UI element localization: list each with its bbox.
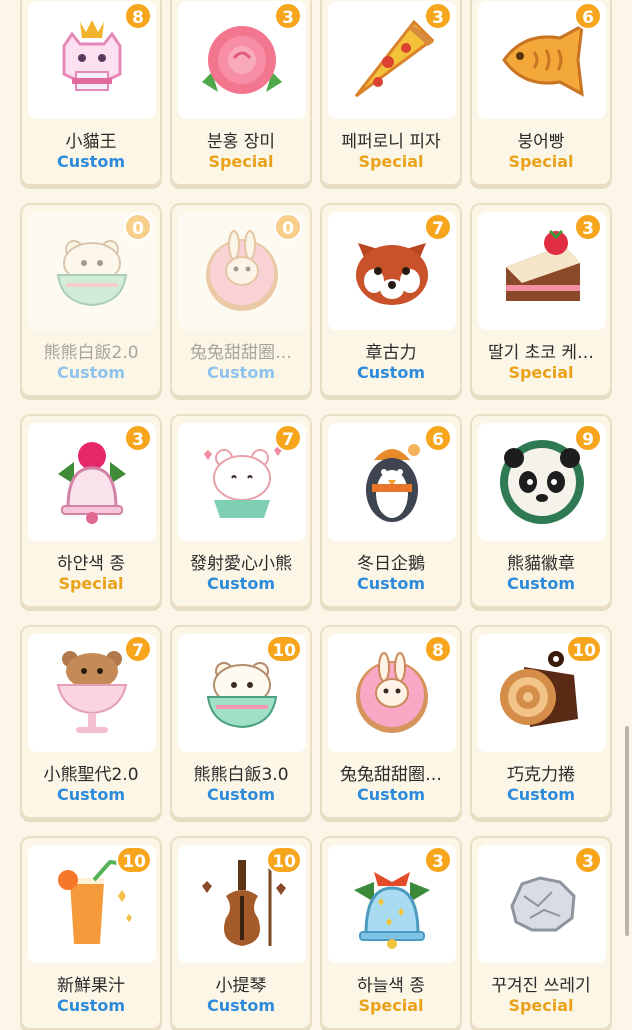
sticker-type-label: Special [358, 152, 424, 171]
sticker-name: 新鮮果汁 [57, 976, 125, 996]
sticker-type-label: Custom [57, 363, 125, 382]
count-badge: 8 [124, 2, 152, 30]
count-badge: 10 [266, 635, 302, 663]
sticker-card[interactable]: 10 熊熊白飯3.0 Custom [170, 625, 312, 819]
count-badge: 7 [274, 424, 302, 452]
sticker-card[interactable]: 6 붕어빵 Special [470, 0, 612, 186]
sticker-card[interactable]: 3 페퍼로니 피자 Special [320, 0, 462, 186]
count-badge: 10 [566, 635, 602, 663]
sticker-type-label: Custom [507, 785, 575, 804]
count-badge: 6 [424, 424, 452, 452]
sticker-type-label: Custom [357, 785, 425, 804]
sticker-name: 小貓王 [65, 132, 117, 152]
count-badge: 3 [124, 424, 152, 452]
count-badge: 8 [424, 635, 452, 663]
sticker-name: 붕어빵 [517, 132, 565, 152]
count-badge: 3 [574, 846, 602, 874]
sticker-card[interactable]: 7 章古力 Custom [320, 203, 462, 397]
count-badge: 10 [116, 846, 152, 874]
sticker-name: 페퍼로니 피자 [341, 132, 441, 152]
sticker-card[interactable]: 0 兔兔甜甜圈… Custom [170, 203, 312, 397]
sticker-card[interactable]: 3 하얀색 종 Special [20, 414, 162, 608]
sticker-name: 熊貓徽章 [507, 554, 575, 574]
sticker-type-label: Custom [207, 574, 275, 593]
count-badge: 7 [424, 213, 452, 241]
sticker-name: 兔兔甜甜圈… [340, 765, 442, 785]
sticker-name: 章古力 [365, 343, 417, 363]
sticker-card[interactable]: 10 小提琴 Custom [170, 836, 312, 1030]
sticker-card[interactable]: 3 분홍 장미 Special [170, 0, 312, 186]
sticker-name: 꾸겨진 쓰레기 [491, 976, 591, 996]
sticker-type-label: Custom [57, 785, 125, 804]
sticker-name: 하늘색 종 [357, 976, 425, 996]
count-badge: 0 [124, 213, 152, 241]
sticker-card[interactable]: 10 巧克力捲 Custom [470, 625, 612, 819]
sticker-card[interactable]: 0 熊熊白飯2.0 Custom [20, 203, 162, 397]
sticker-name: 딸기 초코 케… [487, 343, 594, 363]
sticker-card[interactable]: 3 꾸겨진 쓰레기 Special [470, 836, 612, 1030]
sticker-card[interactable]: 7 小熊聖代2.0 Custom [20, 625, 162, 819]
sticker-type-label: Special [508, 363, 574, 382]
sticker-card[interactable]: 8 小貓王 Custom [20, 0, 162, 186]
sticker-card[interactable]: 7 發射愛心小熊 Custom [170, 414, 312, 608]
sticker-type-label: Special [358, 996, 424, 1015]
sticker-name: 冬日企鵝 [357, 554, 425, 574]
sticker-card[interactable]: 6 冬日企鵝 Custom [320, 414, 462, 608]
sticker-type-label: Special [58, 574, 124, 593]
sticker-type-label: Custom [57, 152, 125, 171]
sticker-name: 분홍 장미 [207, 132, 275, 152]
scrollbar[interactable] [625, 726, 629, 936]
count-badge: 3 [424, 846, 452, 874]
sticker-type-label: Custom [57, 996, 125, 1015]
sticker-name: 小熊聖代2.0 [43, 765, 139, 785]
count-badge: 7 [124, 635, 152, 663]
sticker-type-label: Custom [207, 785, 275, 804]
sticker-name: 熊熊白飯2.0 [43, 343, 139, 363]
sticker-name: 兔兔甜甜圈… [190, 343, 292, 363]
count-badge: 0 [274, 213, 302, 241]
sticker-type-label: Custom [207, 996, 275, 1015]
sticker-card[interactable]: 3 딸기 초코 케… Special [470, 203, 612, 397]
sticker-card[interactable]: 8 兔兔甜甜圈… Custom [320, 625, 462, 819]
sticker-name: 小提琴 [215, 976, 267, 996]
sticker-type-label: Special [508, 996, 574, 1015]
sticker-type-label: Special [208, 152, 274, 171]
sticker-card[interactable]: 10 新鮮果汁 Custom [20, 836, 162, 1030]
count-badge: 3 [424, 2, 452, 30]
sticker-name: 熊熊白飯3.0 [193, 765, 289, 785]
count-badge: 3 [574, 213, 602, 241]
sticker-card[interactable]: 3 하늘색 종 Special [320, 836, 462, 1030]
count-badge: 6 [574, 2, 602, 30]
count-badge: 3 [274, 2, 302, 30]
sticker-name: 巧克力捲 [507, 765, 575, 785]
sticker-name: 發射愛心小熊 [190, 554, 292, 574]
count-badge: 9 [574, 424, 602, 452]
sticker-type-label: Custom [357, 363, 425, 382]
sticker-name: 하얀색 종 [57, 554, 125, 574]
sticker-type-label: Custom [357, 574, 425, 593]
sticker-card[interactable]: 9 熊貓徽章 Custom [470, 414, 612, 608]
sticker-type-label: Custom [207, 363, 275, 382]
sticker-type-label: Special [508, 152, 574, 171]
count-badge: 10 [266, 846, 302, 874]
sticker-type-label: Custom [507, 574, 575, 593]
